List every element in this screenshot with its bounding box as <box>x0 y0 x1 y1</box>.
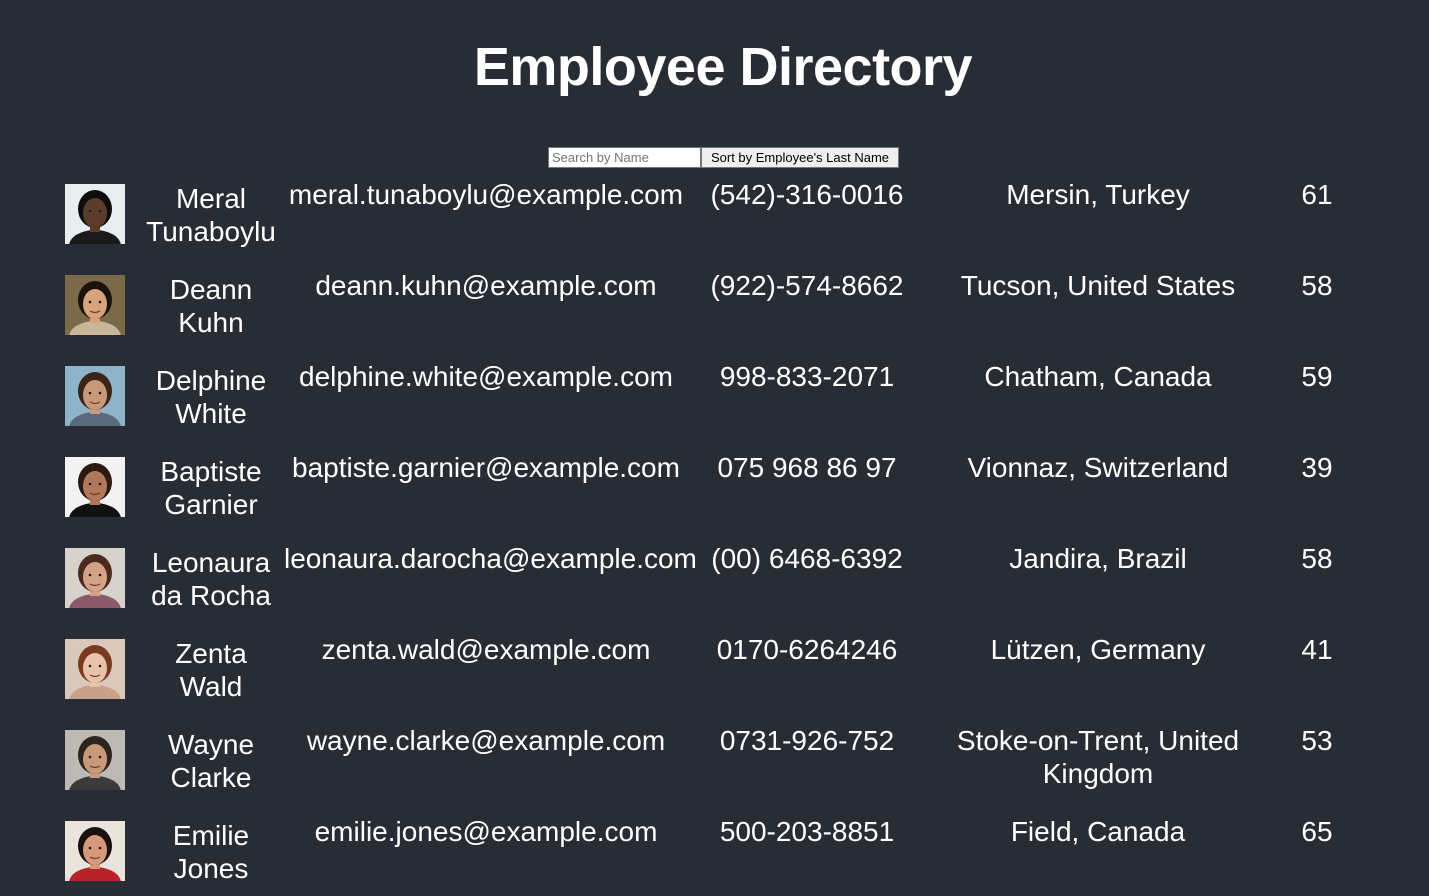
employee-row: Deann Kuhn deann.kuhn@example.com (922)-… <box>0 263 1429 354</box>
employee-email: deann.kuhn@example.com <box>315 270 657 301</box>
avatar-photo-icon <box>65 366 125 426</box>
avatar <box>65 821 125 881</box>
employee-phone: (922)-574-8662 <box>710 270 904 301</box>
employee-name: Baptiste Garnier <box>160 456 262 520</box>
employee-email: zenta.wald@example.com <box>321 634 651 665</box>
employee-location: Vionnaz, Switzerland <box>967 452 1229 483</box>
search-input[interactable] <box>548 147 701 168</box>
avatar-photo-icon <box>65 548 125 608</box>
avatar-photo-icon <box>65 184 125 244</box>
employee-directory-page: Employee Directory Sort by Employee's La… <box>0 0 1429 896</box>
employee-name: Leonaura da Rocha <box>151 547 271 611</box>
employee-email: baptiste.garnier@example.com <box>292 452 680 483</box>
employee-row: Zenta Wald zenta.wald@example.com 0170-6… <box>0 627 1429 718</box>
employee-list: Meral Tunaboylu meral.tunaboylu@example.… <box>0 172 1429 896</box>
employee-name: Meral Tunaboylu <box>146 183 276 247</box>
employee-email: wayne.clarke@example.com <box>306 725 666 756</box>
avatar <box>65 366 125 426</box>
employee-row: Leonaura da Rocha leonaura.darocha@examp… <box>0 536 1429 627</box>
employee-phone: 500-203-8851 <box>719 816 895 847</box>
employee-name: Zenta Wald <box>175 638 247 702</box>
employee-location: Stoke-on-Trent, United Kingdom <box>956 725 1240 789</box>
employee-phone: 075 968 86 97 <box>717 452 897 483</box>
employee-name: Deann Kuhn <box>169 274 253 338</box>
employee-age: 41 <box>1301 634 1333 665</box>
employee-phone: (00) 6468-6392 <box>711 543 903 574</box>
employee-location: Jandira, Brazil <box>1009 543 1187 574</box>
avatar-photo-icon <box>65 639 125 699</box>
employee-age: 59 <box>1301 361 1333 392</box>
employee-location: Field, Canada <box>1010 816 1186 847</box>
employee-email: delphine.white@example.com <box>299 361 673 392</box>
employee-email: emilie.jones@example.com <box>314 816 658 847</box>
avatar <box>65 548 125 608</box>
avatar-photo-icon <box>65 457 125 517</box>
employee-name: Emilie Jones <box>172 820 250 884</box>
toolbar: Sort by Employee's Last Name <box>548 147 899 168</box>
employee-row: Delphine White delphine.white@example.co… <box>0 354 1429 445</box>
employee-location: Tucson, United States <box>960 270 1236 301</box>
avatar-photo-icon <box>65 730 125 790</box>
employee-phone: 0731-926-752 <box>719 725 895 756</box>
employee-phone: (542)-316-0016 <box>710 179 904 210</box>
employee-phone: 0170-6264246 <box>716 634 898 665</box>
avatar <box>65 730 125 790</box>
employee-age: 39 <box>1301 452 1333 483</box>
employee-row: Emilie Jones emilie.jones@example.com 50… <box>0 809 1429 896</box>
employee-location: Chatham, Canada <box>984 361 1212 392</box>
sort-by-last-name-button[interactable]: Sort by Employee's Last Name <box>701 147 899 168</box>
employee-age: 58 <box>1301 543 1333 574</box>
employee-location: Mersin, Turkey <box>1006 179 1190 210</box>
avatar <box>65 457 125 517</box>
employee-row: Wayne Clarke wayne.clarke@example.com 07… <box>0 718 1429 809</box>
employee-age: 61 <box>1301 179 1333 210</box>
employee-age: 53 <box>1301 725 1333 756</box>
avatar <box>65 275 125 335</box>
page-title: Employee Directory <box>473 37 973 97</box>
avatar <box>65 639 125 699</box>
employee-name: Delphine White <box>155 365 267 429</box>
employee-row: Baptiste Garnier baptiste.garnier@exampl… <box>0 445 1429 536</box>
avatar-photo-icon <box>65 275 125 335</box>
avatar <box>65 184 125 244</box>
employee-row: Meral Tunaboylu meral.tunaboylu@example.… <box>0 172 1429 263</box>
employee-name: Wayne Clarke <box>167 729 255 793</box>
employee-age: 58 <box>1301 270 1333 301</box>
avatar-photo-icon <box>65 821 125 881</box>
employee-location: Lützen, Germany <box>990 634 1206 665</box>
employee-email: meral.tunaboylu@example.com <box>288 179 684 210</box>
employee-phone: 998-833-2071 <box>719 361 895 392</box>
employee-email: leonaura.darocha@example.com <box>284 543 697 574</box>
employee-age: 65 <box>1301 816 1333 847</box>
